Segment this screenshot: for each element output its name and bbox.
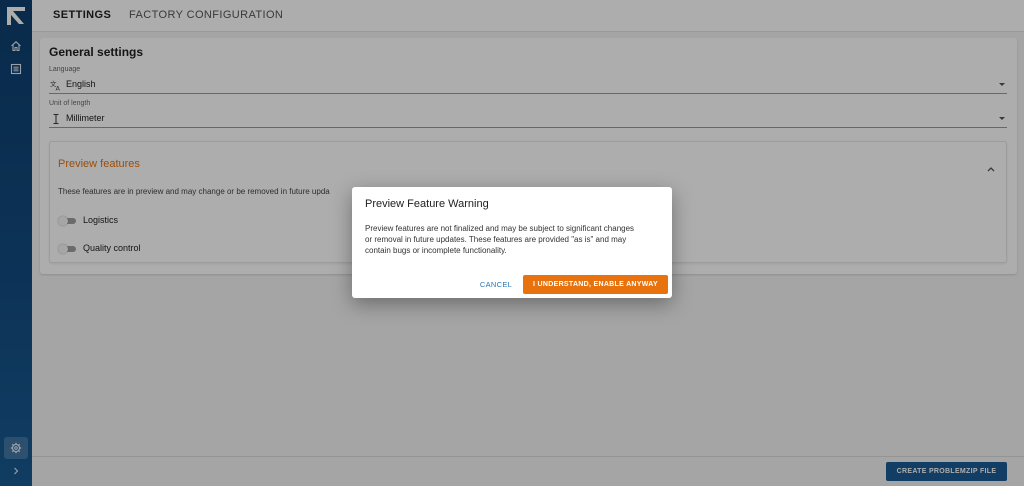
dialog-body-line: or removal in future updates. These feat… (365, 235, 627, 244)
cancel-button[interactable]: CANCEL (476, 277, 516, 291)
dialog-body-line: contain bugs or incomplete functionality… (365, 246, 507, 255)
preview-warning-dialog: Preview Feature Warning Preview features… (352, 187, 672, 298)
dialog-body-line: Preview features are not finalized and m… (365, 224, 635, 233)
dialog-body: Preview features are not finalized and m… (365, 223, 665, 256)
enable-anyway-button[interactable]: I UNDERSTAND, ENABLE ANYWAY (523, 275, 668, 294)
dialog-title: Preview Feature Warning (365, 198, 489, 210)
